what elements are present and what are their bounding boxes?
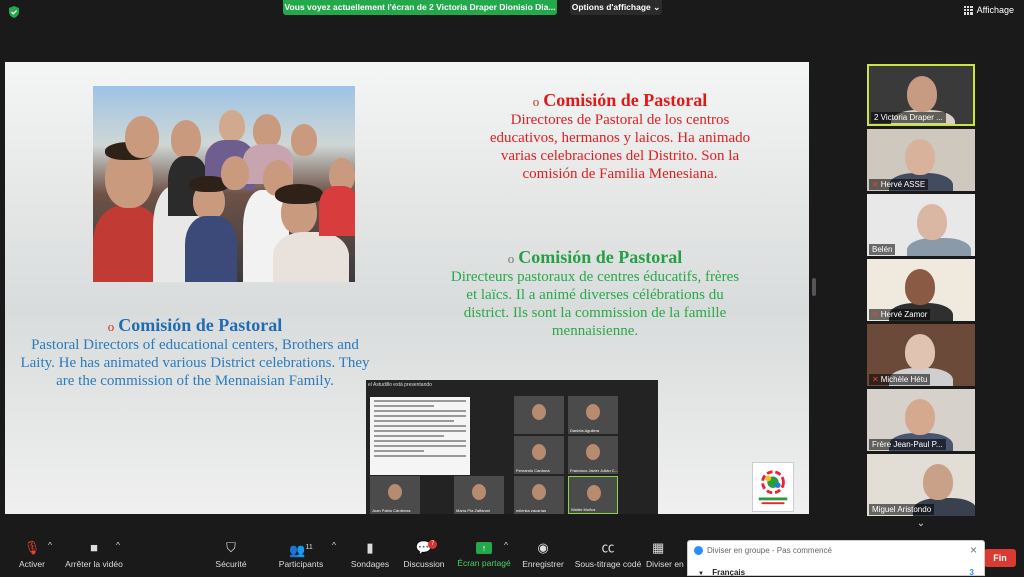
participant-name: Miguel Aristondo <box>872 505 932 514</box>
embedded-video-tile: Daniela Aguilera <box>568 396 618 434</box>
english-body: Pastoral Directors of educational center… <box>20 337 370 389</box>
polls-label: Sondages <box>350 559 390 569</box>
shared-screen-slide: o Comisión de Pastoral Directores de Past… <box>5 62 809 514</box>
unmute-label: Activer <box>19 559 45 569</box>
chevron-up-icon[interactable]: ^ <box>116 540 120 550</box>
stop-video-label: Arrêter la vidéo <box>65 559 123 569</box>
bullet-icon: o <box>107 319 115 335</box>
participant-tile[interactable]: Belén <box>867 194 975 256</box>
breakout-rooms-popup: Diviser en groupe - Pas commencé × ▼ Fra… <box>687 540 985 577</box>
encryption-shield-icon[interactable] <box>8 6 20 18</box>
security-button[interactable]: ⛉ Sécurité <box>210 540 252 569</box>
chevron-down-icon: ▼ <box>698 571 704 577</box>
unmute-button[interactable]: 🎙 Activer <box>12 540 52 569</box>
spanish-heading: Comisión de Pastoral <box>543 90 708 110</box>
group-photo <box>93 86 355 282</box>
close-icon[interactable]: × <box>970 543 977 557</box>
polls-button[interactable]: ▮ Sondages <box>350 540 390 569</box>
breakout-popup-title: Diviser en groupe - Pas commencé <box>707 546 832 555</box>
participant-name: Michèle Hétu <box>880 375 928 384</box>
view-options-dropdown[interactable]: Options d'affichage ⌄ <box>570 0 662 15</box>
embedded-meeting-screenshot: el Astudillo está presentando Daniela Ag… <box>366 380 658 514</box>
participants-label: Participants <box>278 559 324 569</box>
mic-muted-icon: 🎙 <box>23 540 41 555</box>
bullet-icon: o <box>532 94 540 110</box>
scroll-down-icon[interactable]: ⌄ <box>897 514 945 534</box>
embedded-video-tile <box>514 396 564 434</box>
bullet-icon: o <box>507 251 515 267</box>
embedded-video-tile: milenka zacarías <box>514 476 564 514</box>
top-bar: Vous voyez actuellement l'écran de 2 Vic… <box>0 0 1024 24</box>
breakout-rooms-label: Diviser en <box>646 559 684 569</box>
participant-tile[interactable]: 2 Victoria Draper ... <box>867 64 975 126</box>
screen-share-banner: Vous voyez actuellement l'écran de 2 Vic… <box>283 0 557 15</box>
participant-name: Hervé ASSE <box>880 180 926 189</box>
chat-button[interactable]: 💬 7 Discussion <box>402 540 446 569</box>
mic-muted-icon: ✕ <box>872 310 879 319</box>
panel-resize-handle[interactable] <box>812 278 816 296</box>
french-heading: Comisión de Pastoral <box>518 247 683 267</box>
display-button[interactable]: Affichage <box>963 5 1014 15</box>
shield-icon: ⛉ <box>226 540 236 555</box>
participant-name: Hervé Zamor <box>880 310 928 319</box>
embedded-video-tile: María Pía Zaffaroni <box>454 476 504 514</box>
participant-tile[interactable]: Frère Jean-Paul P... <box>867 389 975 451</box>
closed-captions-label: Sous-titrage codé <box>574 559 642 569</box>
embedded-video-tile: Walter Muñoz <box>568 476 618 514</box>
share-screen-icon: ↑ <box>476 542 492 554</box>
organization-logo <box>752 462 794 512</box>
participants-button[interactable]: 👥11 Participants <box>276 540 326 569</box>
people-icon: 👥11 <box>289 542 313 558</box>
embedded-video-tile: Fernando Cardona <box>514 436 564 474</box>
record-button[interactable]: ◉ Enregistrer <box>518 540 568 569</box>
spanish-text-block: o Comisión de Pastoral Directores de Past… <box>475 90 765 183</box>
embedded-document <box>370 397 470 475</box>
embedded-video-tile: Juan Pablo Cárdenas <box>370 476 420 514</box>
english-heading: Comisión de Pastoral <box>118 315 283 335</box>
bar-chart-icon: ▮ <box>366 540 374 555</box>
breakout-rooms-button[interactable]: ▦ Diviser en <box>646 540 686 569</box>
chevron-up-icon[interactable]: ^ <box>504 540 508 550</box>
record-icon: ◉ <box>537 540 549 555</box>
participant-name: 2 Victoria Draper ... <box>874 113 943 122</box>
breakout-rooms-icon: ▦ <box>652 540 665 555</box>
participant-tile[interactable]: ✕ Hervé ASSE <box>867 129 975 191</box>
cc-icon: ㏄ <box>601 540 615 555</box>
end-meeting-button[interactable]: Fin <box>984 549 1016 567</box>
embedded-presenting-label: el Astudillo está presentando <box>368 382 432 388</box>
closed-captions-button[interactable]: ㏄ Sous-titrage codé <box>572 540 644 569</box>
chevron-up-icon[interactable]: ^ <box>48 540 52 550</box>
chevron-up-icon[interactable]: ^ <box>332 540 336 550</box>
participant-name: Belén <box>872 245 893 254</box>
french-text-block: o Comisión de Pastoral Directeurs pastora… <box>445 247 745 340</box>
participant-tile[interactable]: Miguel Aristondo <box>867 454 975 516</box>
zoom-logo-icon <box>694 546 703 555</box>
record-label: Enregistrer <box>522 559 564 569</box>
participant-name: Frère Jean-Paul P... <box>872 440 943 449</box>
participant-tile[interactable]: ✕ Hervé Zamor <box>867 259 975 321</box>
spanish-body: Directores de Pastoral de los centros ed… <box>489 112 751 182</box>
mic-muted-icon: ✕ <box>872 375 879 384</box>
chat-bubble-icon: 💬 <box>415 540 433 555</box>
chat-label: Discussion <box>403 559 445 569</box>
display-label: Affichage <box>976 5 1014 15</box>
mic-muted-icon: ✕ <box>872 180 879 189</box>
french-body: Directeurs pastoraux de centres éducatif… <box>450 269 740 339</box>
security-label: Sécurité <box>215 559 247 569</box>
participant-tile[interactable]: ✕ Michèle Hétu <box>867 324 975 386</box>
grid-view-icon <box>963 5 973 15</box>
english-text-block: o Comisión de Pastoral Pastoral Directors… <box>20 315 370 390</box>
embedded-video-tile: Francisco Javier Julián C... <box>568 436 618 474</box>
share-screen-label: Écran partagé <box>457 558 511 568</box>
